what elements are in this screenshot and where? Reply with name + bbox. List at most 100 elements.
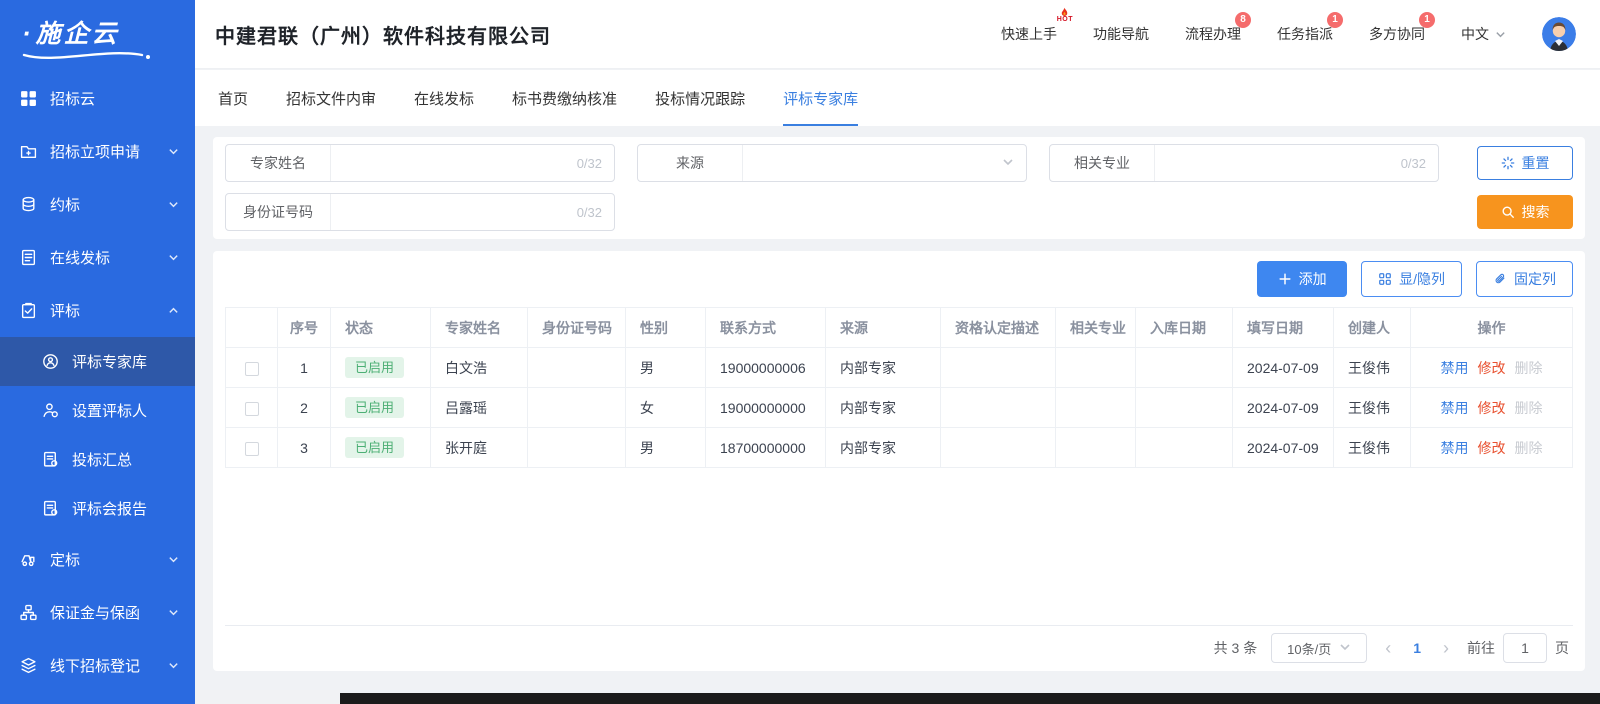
- language-selector[interactable]: 中文: [1461, 24, 1506, 44]
- source-select[interactable]: [755, 155, 1002, 171]
- sidebar-item-label: 保证金与保函: [50, 602, 140, 623]
- page-tabs: 首页 招标文件内审 在线发标 标书费缴纳核准 投标情况跟踪 评标专家库: [195, 70, 1600, 126]
- delete-link[interactable]: 删除: [1515, 398, 1543, 418]
- sidebar-item-offline-registration[interactable]: 线下招标登记: [0, 639, 195, 692]
- bottom-scrollbar[interactable]: [340, 693, 1600, 704]
- row-checkbox[interactable]: [245, 442, 259, 456]
- nav-quick-start[interactable]: HOT 快速上手: [1001, 24, 1057, 44]
- nav-multi-party[interactable]: 1 多方协同: [1369, 24, 1425, 44]
- id-number-input[interactable]: [343, 204, 577, 220]
- toggle-columns-button[interactable]: 显/隐列: [1361, 261, 1462, 297]
- page-unit-label: 页: [1555, 638, 1569, 658]
- col-header-phone: 联系方式: [706, 308, 826, 348]
- status-badge: 已启用: [345, 437, 404, 458]
- col-header-actions: 操作: [1411, 308, 1573, 348]
- user-avatar[interactable]: [1542, 17, 1576, 51]
- major-input[interactable]: [1167, 155, 1401, 171]
- filter-panel: 专家姓名 0/32 来源 相关专业 0/32 重置 身份证号码: [213, 137, 1585, 239]
- row-checkbox[interactable]: [245, 362, 259, 376]
- expert-name-input[interactable]: [343, 155, 577, 171]
- cell-creator: 王俊伟: [1334, 348, 1411, 388]
- tab-label: 在线发标: [414, 88, 474, 109]
- disable-link[interactable]: 禁用: [1441, 438, 1469, 458]
- source-label: 来源: [638, 145, 743, 181]
- sidebar-item-evaluation-report[interactable]: 评标会报告: [0, 484, 195, 533]
- major-field-group: 相关专业 0/32: [1049, 144, 1439, 182]
- folder-icon: [20, 143, 37, 160]
- cell-name: 吕露瑶: [431, 388, 528, 428]
- nav-task-assignment[interactable]: 1 任务指派: [1277, 24, 1333, 44]
- app-logo[interactable]: ·施企云: [0, 0, 195, 72]
- nav-feature-navigation[interactable]: 功能导航: [1093, 24, 1149, 44]
- nav-process-handling[interactable]: 8 流程办理: [1185, 24, 1241, 44]
- search-button[interactable]: 搜索: [1477, 195, 1573, 229]
- char-counter: 0/32: [1401, 156, 1426, 171]
- tab-label: 投标情况跟踪: [655, 88, 745, 109]
- sidebar-item-deposit-guarantee[interactable]: 保证金与保函: [0, 586, 195, 639]
- sidebar-item-contract-bidding[interactable]: 约标: [0, 178, 195, 231]
- goto-page-input[interactable]: [1503, 633, 1547, 663]
- tab-document-review[interactable]: 招标文件内审: [286, 70, 376, 126]
- reset-button[interactable]: 重置: [1477, 146, 1573, 180]
- table-toolbar: 添加 显/隐列 固定列: [225, 261, 1573, 307]
- sidebar-item-award[interactable]: 定标: [0, 533, 195, 586]
- cell-major: [1056, 348, 1136, 388]
- expert-table-panel: 添加 显/隐列 固定列 序号 状态: [213, 251, 1585, 671]
- sidebar-item-evaluation[interactable]: 评标: [0, 284, 195, 337]
- edit-link[interactable]: 修改: [1478, 398, 1506, 418]
- delete-link[interactable]: 删除: [1515, 438, 1543, 458]
- sidebar-item-online-bidding[interactable]: 在线发标: [0, 231, 195, 284]
- sidebar-item-bidding-cloud[interactable]: 招标云: [0, 72, 195, 125]
- prev-page-button[interactable]: ‹: [1381, 638, 1395, 659]
- page-size-select[interactable]: 10条/页: [1271, 633, 1367, 663]
- search-button-label: 搜索: [1522, 202, 1550, 222]
- tab-fee-approval[interactable]: 标书费缴纳核准: [512, 70, 617, 126]
- edit-link[interactable]: 修改: [1478, 358, 1506, 378]
- col-header-source: 来源: [826, 308, 941, 348]
- delete-link[interactable]: 删除: [1515, 358, 1543, 378]
- disable-link[interactable]: 禁用: [1441, 398, 1469, 418]
- char-counter: 0/32: [577, 156, 602, 171]
- table-row: 3 已启用 张开庭 男 18700000000 内部专家 2024-07-09 …: [226, 428, 1573, 468]
- sidebar-item-set-evaluators[interactable]: 设置评标人: [0, 386, 195, 435]
- current-page[interactable]: 1: [1409, 640, 1425, 656]
- bottom-strip-light: [195, 690, 340, 704]
- sidebar-item-label: 约标: [50, 194, 80, 215]
- table-row: 2 已启用 吕露瑶 女 19000000000 内部专家 2024-07-09 …: [226, 388, 1573, 428]
- language-label: 中文: [1461, 24, 1489, 44]
- tab-label: 标书费缴纳核准: [512, 88, 617, 109]
- char-counter: 0/32: [577, 205, 602, 220]
- tab-bid-tracking[interactable]: 投标情况跟踪: [655, 70, 745, 126]
- fixed-columns-button[interactable]: 固定列: [1476, 261, 1573, 297]
- toggle-columns-label: 显/隐列: [1399, 269, 1445, 289]
- add-button[interactable]: 添加: [1257, 261, 1347, 297]
- disable-link[interactable]: 禁用: [1441, 358, 1469, 378]
- sidebar-item-bid-summary[interactable]: 投标汇总: [0, 435, 195, 484]
- tab-home[interactable]: 首页: [218, 70, 248, 126]
- cell-major: [1056, 428, 1136, 468]
- cell-id-number: [528, 388, 626, 428]
- nav-label: 任务指派: [1277, 26, 1333, 42]
- sidebar: ·施企云 招标云 招标立项申请 约标 在线发标 评标: [0, 0, 195, 704]
- source-field-group: 来源: [637, 144, 1027, 182]
- cell-fill-date: 2024-07-09: [1233, 348, 1334, 388]
- user-circle-icon: [42, 353, 59, 370]
- sidebar-item-project-application[interactable]: 招标立项申请: [0, 125, 195, 178]
- row-checkbox[interactable]: [245, 402, 259, 416]
- tab-expert-library[interactable]: 评标专家库: [783, 70, 858, 126]
- chevron-down-icon: [1495, 29, 1506, 40]
- clipboard-check-icon: [20, 302, 37, 319]
- col-header-major: 相关专业: [1056, 308, 1136, 348]
- edit-link[interactable]: 修改: [1478, 438, 1506, 458]
- forklift-icon: [20, 551, 37, 568]
- sidebar-item-label: 定标: [50, 549, 80, 570]
- logo-text: 施企云: [36, 20, 120, 48]
- tab-online-bidding[interactable]: 在线发标: [414, 70, 474, 126]
- next-page-button[interactable]: ›: [1439, 638, 1453, 659]
- cell-gender: 男: [626, 428, 706, 468]
- expert-table: 序号 状态 专家姓名 身份证号码 性别 联系方式 来源 资格认定描述 相关专业 …: [225, 307, 1573, 468]
- total-count: 共 3 条: [1214, 638, 1258, 658]
- chevron-down-icon: [168, 199, 179, 210]
- sidebar-item-expert-library[interactable]: 评标专家库: [0, 337, 195, 386]
- cell-qualification: [941, 348, 1056, 388]
